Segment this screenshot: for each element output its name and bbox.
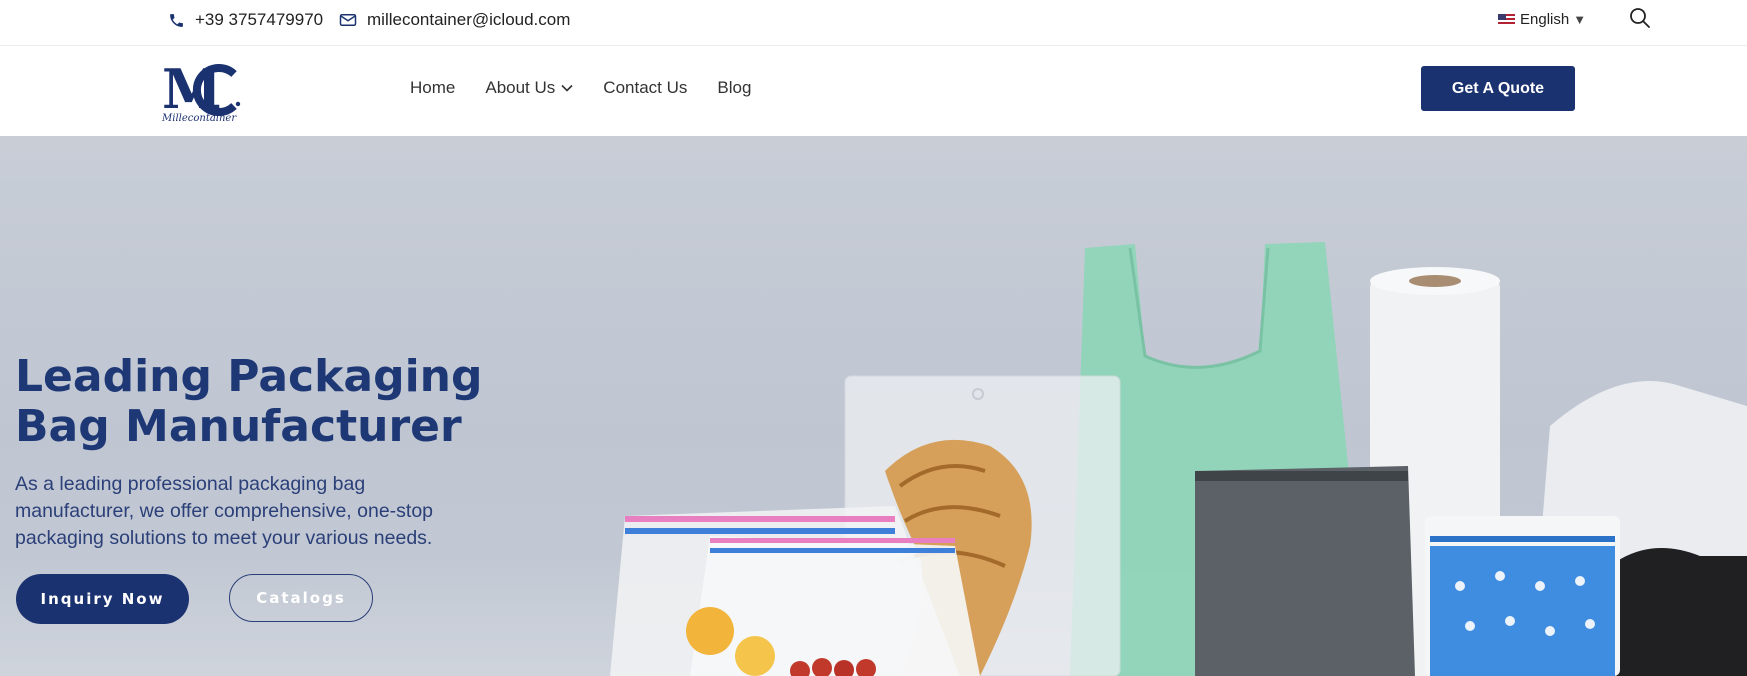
nav-contact-label: Contact Us <box>603 78 688 97</box>
phone-icon <box>170 13 183 27</box>
email-address: millecontainer@icloud.com <box>367 10 571 29</box>
hero-title: Leading Packaging Bag Manufacturer <box>15 352 495 452</box>
nav-about-us[interactable]: About Us <box>485 78 573 98</box>
hero-product-image <box>610 242 1747 676</box>
inquiry-now-button[interactable]: Inquiry Now <box>16 574 189 624</box>
site-logo[interactable]: M Millecontainer <box>160 56 244 124</box>
nav-home[interactable]: Home <box>410 78 455 98</box>
nav-contact-us[interactable]: Contact Us <box>603 78 687 98</box>
phone-number: +39 3757479970 <box>195 10 324 29</box>
language-dropdown-arrow: ▼ <box>1573 12 1587 27</box>
hero-title-line1: Leading Packaging <box>15 351 483 402</box>
nav-blog[interactable]: Blog <box>717 78 751 98</box>
search-icon <box>1630 8 1650 28</box>
top-bar: +39 3757479970 millecontainer@icloud.com… <box>0 0 1747 46</box>
nav-blog-label: Blog <box>717 78 752 97</box>
phone-contact[interactable]: +39 3757479970 <box>168 10 323 30</box>
hero-section: Leading Packaging Bag Manufacturer As a … <box>0 136 1747 676</box>
nav-about-label: About Us <box>485 78 556 97</box>
envelope-icon <box>339 14 357 26</box>
email-contact[interactable]: millecontainer@icloud.com <box>339 10 570 30</box>
main-header: M Millecontainer Home About Us Contact U… <box>0 46 1747 136</box>
catalogs-button[interactable]: Catalogs <box>229 574 373 622</box>
language-label: English <box>1520 11 1570 28</box>
hero-description: As a leading professional packaging bag … <box>15 473 434 549</box>
nav-home-label: Home <box>410 78 456 97</box>
logo-text: Millecontainer <box>161 113 237 124</box>
hero-title-line2: Bag Manufacturer <box>15 401 462 452</box>
main-nav: Home About Us Contact Us Blog <box>410 78 781 98</box>
get-a-quote-button[interactable]: Get A Quote <box>1421 66 1575 111</box>
language-selector[interactable]: English ▼ <box>1498 11 1586 28</box>
chevron-down-icon <box>561 84 573 92</box>
us-flag-icon <box>1498 13 1515 26</box>
search-button[interactable] <box>1628 6 1652 30</box>
